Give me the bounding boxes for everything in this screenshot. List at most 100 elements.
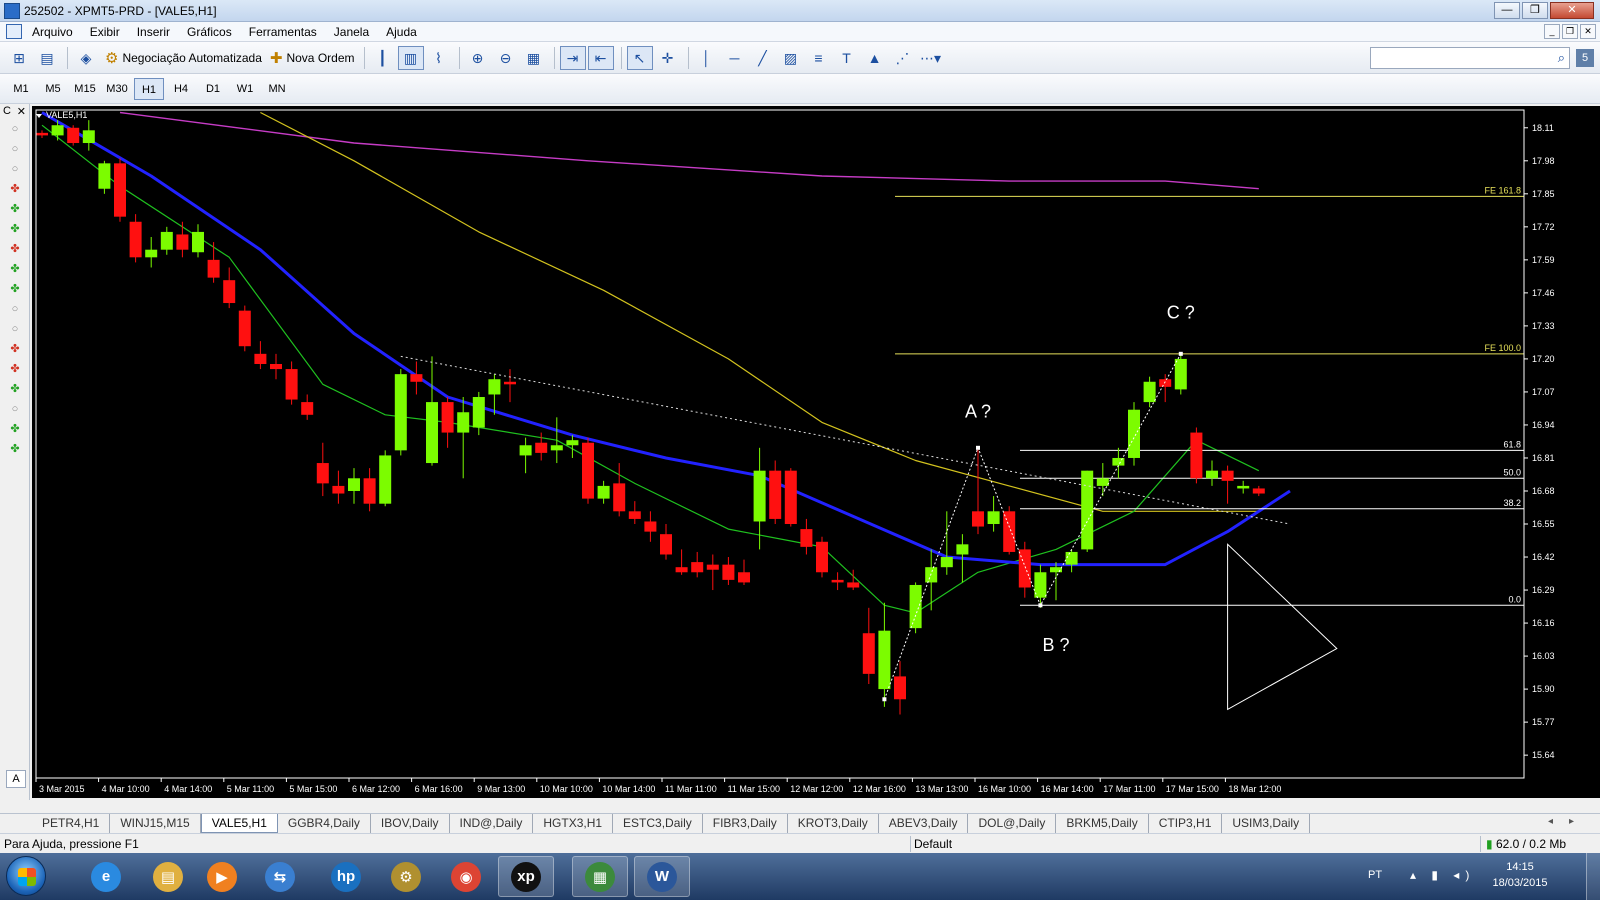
start-button[interactable]: [6, 856, 46, 896]
menu-janela[interactable]: Janela: [334, 24, 378, 39]
buy-arrow-icon[interactable]: ✤: [0, 379, 30, 399]
chart-restore-button[interactable]: ❐: [1562, 24, 1578, 39]
chart-tab-krot3-daily[interactable]: KROT3,Daily: [788, 814, 879, 833]
timeframe-m1[interactable]: M1: [6, 78, 36, 100]
candlestick-icon[interactable]: ▥: [397, 46, 424, 70]
chart-tab-ibov-daily[interactable]: IBOV,Daily: [371, 814, 450, 833]
timeframe-m30[interactable]: M30: [102, 78, 132, 100]
label-icon[interactable]: ▲: [862, 46, 888, 70]
zoom-in-icon[interactable]: ⊕: [465, 46, 491, 70]
timeframe-w1[interactable]: W1: [230, 78, 260, 100]
buy-arrow-icon[interactable]: ✤: [0, 419, 30, 439]
cursor-icon[interactable]: ↖: [626, 46, 653, 70]
market-watch-icon[interactable]: ◈: [73, 46, 99, 70]
search-input[interactable]: [1374, 48, 1544, 68]
close-button[interactable]: ✕: [1550, 2, 1594, 19]
taskbar-app-ie[interactable]: e: [78, 856, 134, 897]
chart-tab-usim3-daily[interactable]: USIM3,Daily: [1222, 814, 1311, 833]
search-icon[interactable]: ⌕: [1558, 50, 1565, 66]
timeframe-d1[interactable]: D1: [198, 78, 228, 100]
menu-ferramentas[interactable]: Ferramentas: [249, 24, 326, 39]
buy-arrow-icon[interactable]: ✤: [0, 279, 30, 299]
horizontal-line-icon[interactable]: ─: [722, 46, 748, 70]
timeframe-h4[interactable]: H4: [166, 78, 196, 100]
crosshair-icon[interactable]: ✛: [655, 46, 681, 70]
buy-arrow-icon[interactable]: ✤: [0, 439, 30, 459]
minimize-button[interactable]: —: [1494, 2, 1520, 19]
show-desktop-button[interactable]: [1586, 853, 1600, 900]
sell-arrow-icon[interactable]: ✤: [0, 179, 30, 199]
profiles-icon[interactable]: ▤: [34, 46, 60, 70]
taskbar-app-tools[interactable]: ⚙: [378, 856, 434, 897]
chart-tab-ind-daily[interactable]: IND@,Daily: [450, 814, 534, 833]
menu-arquivo[interactable]: Arquivo: [32, 24, 82, 39]
bar-chart-icon[interactable]: ┃: [370, 46, 396, 70]
chart-tab-petr4-h1[interactable]: PETR4,H1: [32, 814, 111, 833]
auto-scroll-icon[interactable]: ⇥: [559, 46, 586, 70]
taskbar-app-network[interactable]: ⇆: [252, 856, 308, 897]
fibonacci-icon[interactable]: ≡: [806, 46, 832, 70]
new-order-button[interactable]: ✚ Nova Ordem: [266, 46, 359, 70]
timeframe-mn[interactable]: MN: [262, 78, 292, 100]
line-chart-icon[interactable]: ⌇: [426, 46, 452, 70]
language-indicator[interactable]: PT: [1368, 869, 1382, 881]
chart-tab-estc3-daily[interactable]: ESTC3,Daily: [613, 814, 703, 833]
maximize-button[interactable]: ❐: [1522, 2, 1548, 19]
taskbar-app-hp[interactable]: hp: [318, 856, 374, 897]
neutral-trade-icon[interactable]: ○: [0, 319, 30, 339]
shapes-dropdown-icon[interactable]: ⋯▾: [918, 46, 944, 70]
neutral-trade-icon[interactable]: ○: [0, 119, 30, 139]
text-icon[interactable]: T: [834, 46, 860, 70]
menu-graficos[interactable]: Gráficos: [187, 24, 241, 39]
tile-windows-icon[interactable]: ▦: [521, 46, 547, 70]
chart-tab-ctip3-h1[interactable]: CTIP3,H1: [1149, 814, 1223, 833]
menu-ajuda[interactable]: Ajuda: [386, 24, 426, 39]
clock[interactable]: 14:15 18/03/2015: [1480, 859, 1560, 891]
chart-tab-abev3-daily[interactable]: ABEV3,Daily: [879, 814, 969, 833]
taskbar-app-chrome[interactable]: ◉: [438, 856, 494, 897]
zoom-out-icon[interactable]: ⊖: [493, 46, 519, 70]
fibo-fan-icon[interactable]: ⋰: [890, 46, 916, 70]
taskbar-app-media[interactable]: ▶: [194, 856, 250, 897]
buy-arrow-icon[interactable]: ✤: [0, 199, 30, 219]
menu-inserir[interactable]: Inserir: [137, 24, 179, 39]
chart-window[interactable]: FE 161.8 FE 100.0 61.8 50.0 38.2 0.0 A ? B ? C …: [32, 106, 1600, 798]
new-chart-icon[interactable]: ⊞: [6, 46, 32, 70]
taskbar-app-xp[interactable]: xp: [498, 856, 554, 897]
chart-tab-ggbr4-daily[interactable]: GGBR4,Daily: [278, 814, 371, 833]
tray-icons[interactable]: ▴ ▮ ◂): [1410, 868, 1475, 882]
price-chart[interactable]: FE 161.8 FE 100.0 61.8 50.0 38.2 0.0 A ? B ? C …: [32, 106, 1600, 798]
chart-tab-winj15-m15[interactable]: WINJ15,M15: [110, 814, 201, 833]
menu-exibir[interactable]: Exibir: [90, 24, 129, 39]
channel-icon[interactable]: ▨: [778, 46, 804, 70]
neutral-trade-icon[interactable]: ○: [0, 399, 30, 419]
vertical-line-icon[interactable]: │: [694, 46, 720, 70]
chart-close-button[interactable]: ✕: [1580, 24, 1596, 39]
navigator-close-icon[interactable]: ✕: [17, 105, 26, 118]
chart-minimize-button[interactable]: _: [1544, 24, 1560, 39]
search-box[interactable]: ⌕: [1370, 47, 1570, 69]
chart-shift-icon[interactable]: ⇤: [587, 46, 614, 70]
neutral-trade-icon[interactable]: ○: [0, 299, 30, 319]
chart-tab-vale5-h1[interactable]: VALE5,H1: [200, 814, 278, 833]
taskbar-app-explorer[interactable]: ▤: [140, 856, 196, 897]
timeframe-m5[interactable]: M5: [38, 78, 68, 100]
help-icon[interactable]: 5: [1576, 49, 1594, 67]
timeframe-m15[interactable]: M15: [70, 78, 100, 100]
navigator-bottom-button[interactable]: A: [6, 770, 26, 788]
neutral-trade-icon[interactable]: ○: [0, 139, 30, 159]
chart-window-icon[interactable]: [6, 24, 22, 39]
taskbar-app-word[interactable]: W: [634, 856, 690, 897]
taskbar-app-metatrader[interactable]: ▦: [572, 856, 628, 897]
timeframe-h1[interactable]: H1: [134, 78, 164, 100]
buy-arrow-icon[interactable]: ✤: [0, 219, 30, 239]
chart-tab-brkm5-daily[interactable]: BRKM5,Daily: [1056, 814, 1149, 833]
tab-scroll-arrows[interactable]: ◂▸: [1548, 816, 1590, 827]
chart-tab-hgtx3-h1[interactable]: HGTX3,H1: [533, 814, 614, 833]
chart-tab-dol-daily[interactable]: DOL@,Daily: [968, 814, 1057, 833]
trend-line-icon[interactable]: ╱: [750, 46, 776, 70]
auto-trading-button[interactable]: ⚙ Negociação Automatizada: [101, 46, 266, 70]
sell-arrow-icon[interactable]: ✤: [0, 239, 30, 259]
neutral-trade-icon[interactable]: ○: [0, 159, 30, 179]
sell-arrow-icon[interactable]: ✤: [0, 359, 30, 379]
